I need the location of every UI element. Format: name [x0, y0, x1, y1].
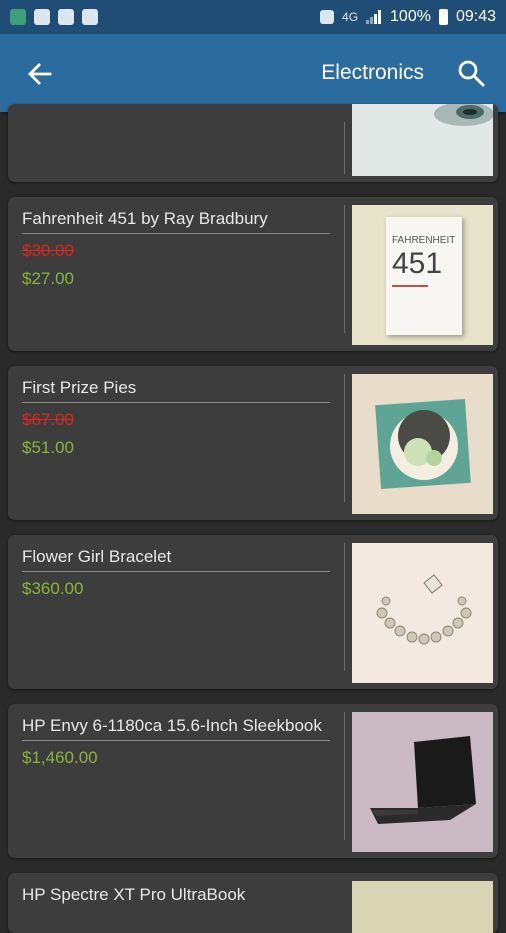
book-cover-number: 451	[392, 247, 443, 280]
sale-price: $27.00	[22, 269, 74, 288]
product-name: First Prize Pies	[22, 378, 330, 403]
app-notification-icon	[10, 9, 26, 25]
book-cover-text: FAHRENHEIT	[392, 235, 456, 246]
product-card[interactable]: HP Envy 6-1180ca 15.6-Inch Sleekbook $1,…	[8, 704, 498, 858]
arrow-back-icon	[28, 63, 52, 85]
card-divider	[344, 374, 345, 502]
book-cover: FAHRENHEIT 451	[386, 217, 462, 335]
product-image	[352, 104, 493, 176]
product-image	[352, 881, 493, 933]
screenshot-icon	[320, 10, 335, 24]
search-button[interactable]	[456, 58, 486, 88]
original-price: $67.00	[22, 410, 74, 429]
system-status: 4G 100% 09:43	[320, 8, 496, 26]
shield-icon	[58, 9, 74, 25]
card-divider	[344, 712, 345, 840]
product-name: HP Envy 6-1180ca 15.6-Inch Sleekbook	[22, 716, 330, 741]
product-image	[352, 374, 493, 514]
price: $360.00	[22, 579, 84, 598]
product-card-partial[interactable]: HP Spectre XT Pro UltraBook	[8, 873, 498, 933]
app-bar: Electronics	[0, 34, 506, 112]
product-image	[352, 543, 493, 683]
battery-icon	[438, 9, 448, 25]
product-image: FAHRENHEIT 451	[352, 205, 493, 345]
product-card-partial[interactable]	[8, 104, 498, 182]
page-title: Electronics	[321, 61, 424, 84]
card-divider	[344, 205, 345, 333]
sale-price: $51.00	[22, 438, 74, 457]
product-name: HP Spectre XT Pro UltraBook	[22, 885, 246, 904]
product-name: Fahrenheit 451 by Ray Bradbury	[22, 209, 330, 234]
image-icon	[34, 9, 50, 25]
product-image	[352, 712, 493, 852]
back-button[interactable]	[26, 60, 54, 88]
status-bar: 4G 100% 09:43	[0, 0, 506, 34]
product-card[interactable]: Fahrenheit 451 by Ray Bradbury $30.00 $2…	[8, 197, 498, 351]
battery-percent: 100%	[390, 8, 431, 25]
network-label: 4G	[342, 10, 359, 24]
clock: 09:43	[455, 8, 496, 25]
original-price: $30.00	[22, 241, 74, 260]
sim-icon	[82, 9, 98, 25]
product-name: Flower Girl Bracelet	[22, 547, 330, 572]
search-icon	[458, 60, 485, 87]
product-card[interactable]: Flower Girl Bracelet $360.00	[8, 535, 498, 689]
product-card[interactable]: First Prize Pies $67.00 $51.00	[8, 366, 498, 520]
card-divider	[344, 543, 345, 671]
notification-icons	[10, 9, 98, 25]
price: $1,460.00	[22, 748, 98, 767]
signal-icon	[366, 10, 382, 24]
card-divider	[344, 122, 345, 174]
